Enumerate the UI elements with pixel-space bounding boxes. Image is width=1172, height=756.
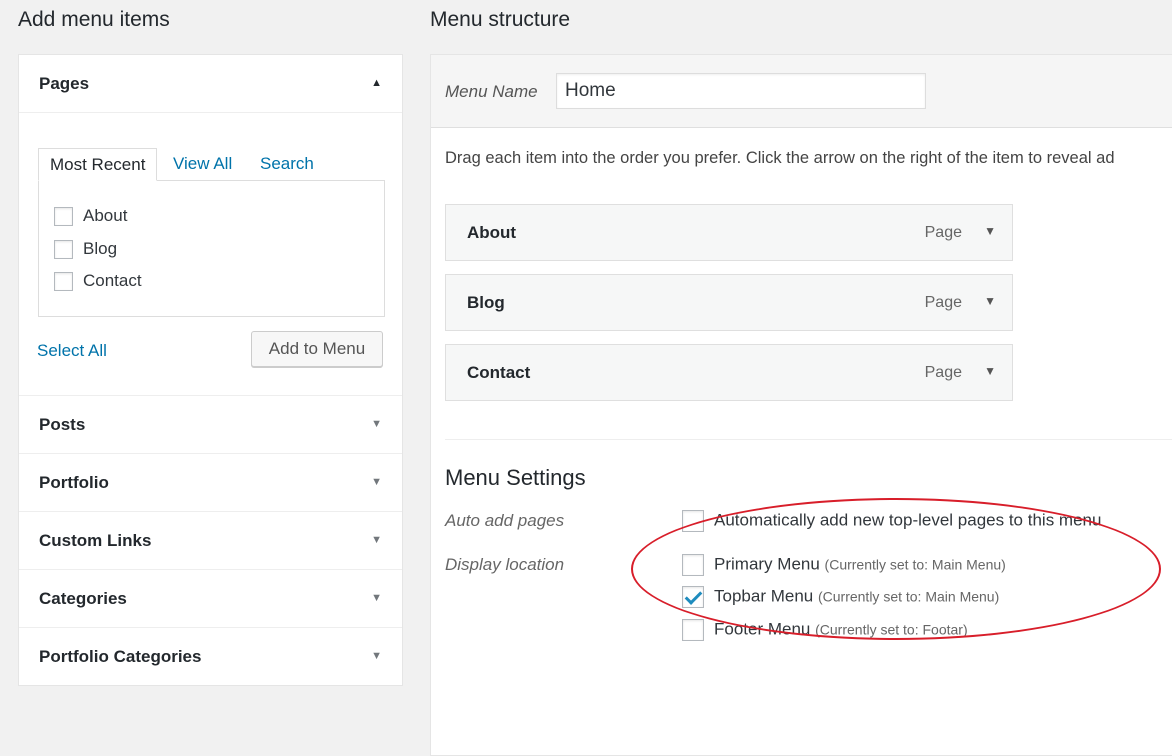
- accordion-portfolio-categories[interactable]: Portfolio Categories ▼: [19, 628, 402, 685]
- location-primary-menu[interactable]: Primary Menu (Currently set to: Main Men…: [682, 554, 1006, 576]
- auto-add-pages-label: Auto add pages: [445, 511, 565, 530]
- location-name: Primary Menu: [714, 554, 820, 574]
- menu-item-title: Contact: [467, 363, 531, 382]
- menu-item-blog[interactable]: Blog Page ▼: [445, 274, 1013, 331]
- menu-name-label: Menu Name: [445, 82, 538, 101]
- drag-instructions: Drag each item into the order you prefer…: [445, 149, 1115, 167]
- location-note: (Currently set to: Main Menu): [817, 588, 1000, 605]
- menu-item-title: Blog: [467, 293, 505, 312]
- checkbox[interactable]: [54, 240, 73, 260]
- most-recent-list: About Blog Contact: [38, 180, 385, 317]
- page-option-blog[interactable]: Blog: [54, 238, 117, 262]
- triangle-down-icon[interactable]: ▼: [371, 512, 382, 569]
- accordion-title: Portfolio Categories: [39, 647, 202, 666]
- display-location-label: Display location: [445, 555, 565, 574]
- accordion-categories[interactable]: Categories ▼: [19, 570, 402, 628]
- tab-most-recent[interactable]: Most Recent: [38, 148, 158, 181]
- location-note: (Currently set to: Footar): [815, 621, 968, 638]
- menu-item-title: About: [467, 223, 517, 242]
- accordion-custom-links[interactable]: Custom Links ▼: [19, 512, 402, 570]
- checkbox[interactable]: [54, 272, 73, 292]
- menu-header: Menu Name: [431, 55, 1172, 128]
- location-footer-menu[interactable]: Footer Menu (Currently set to: Footar): [682, 619, 968, 641]
- checkbox-checked[interactable]: [682, 586, 704, 608]
- menu-settings-title: Menu Settings: [445, 465, 586, 490]
- auto-add-option[interactable]: Automatically add new top-level pages to…: [682, 510, 1101, 532]
- menu-item-type: Page: [924, 224, 962, 241]
- tab-view-all[interactable]: View All: [173, 148, 232, 180]
- page-option-label: Contact: [83, 271, 142, 290]
- triangle-down-icon[interactable]: ▼: [371, 396, 382, 453]
- select-all-link[interactable]: Select All: [37, 341, 107, 361]
- menu-structure-panel: Menu Name Drag each item into the order …: [430, 54, 1172, 756]
- checkbox[interactable]: [54, 207, 73, 227]
- page-option-contact[interactable]: Contact: [54, 270, 142, 294]
- menu-item-about[interactable]: About Page ▼: [445, 204, 1013, 261]
- triangle-down-icon[interactable]: ▼: [371, 454, 382, 511]
- divider: [445, 439, 1172, 440]
- add-menu-items-panel: Pages ▲ Most Recent View All Search Abou…: [18, 54, 403, 686]
- add-menu-items-heading: Add menu items: [18, 8, 170, 31]
- accordion-title: Posts: [39, 415, 86, 434]
- accordion-portfolio[interactable]: Portfolio ▼: [19, 454, 402, 512]
- accordion-pages[interactable]: Pages ▲: [19, 55, 402, 113]
- triangle-down-icon[interactable]: ▼: [371, 628, 382, 685]
- location-note: (Currently set to: Main Menu): [824, 556, 1006, 573]
- triangle-down-icon[interactable]: ▼: [371, 570, 382, 627]
- triangle-down-icon[interactable]: ▼: [984, 224, 996, 238]
- location-name: Topbar Menu: [714, 586, 814, 606]
- page-option-label: Blog: [83, 239, 118, 258]
- checkbox[interactable]: [682, 619, 704, 641]
- menu-structure-heading: Menu structure: [430, 8, 571, 31]
- accordion-title: Custom Links: [39, 531, 152, 550]
- triangle-down-icon[interactable]: ▼: [984, 364, 996, 378]
- triangle-down-icon[interactable]: ▼: [984, 294, 996, 308]
- auto-add-option-label: Automatically add new top-level pages to…: [714, 510, 1102, 530]
- triangle-up-icon[interactable]: ▲: [371, 55, 382, 112]
- accordion-posts[interactable]: Posts ▼: [19, 396, 402, 454]
- checkbox[interactable]: [682, 510, 704, 532]
- menu-name-input[interactable]: [556, 73, 926, 109]
- menu-item-type: Page: [924, 364, 962, 381]
- location-topbar-menu[interactable]: Topbar Menu (Currently set to: Main Menu…: [682, 586, 999, 608]
- menu-item-contact[interactable]: Contact Page ▼: [445, 344, 1013, 401]
- page-option-label: About: [83, 206, 128, 225]
- page-option-about[interactable]: About: [54, 205, 127, 229]
- location-name: Footer Menu: [714, 619, 811, 639]
- accordion-title: Categories: [39, 589, 127, 608]
- menu-item-type: Page: [924, 294, 962, 311]
- checkbox[interactable]: [682, 554, 704, 576]
- add-to-menu-button[interactable]: Add to Menu: [251, 331, 383, 367]
- accordion-pages-title: Pages: [39, 74, 90, 93]
- accordion-title: Portfolio: [39, 473, 109, 492]
- tab-search[interactable]: Search: [260, 148, 314, 180]
- pages-panel: Most Recent View All Search About Blog C…: [19, 113, 402, 396]
